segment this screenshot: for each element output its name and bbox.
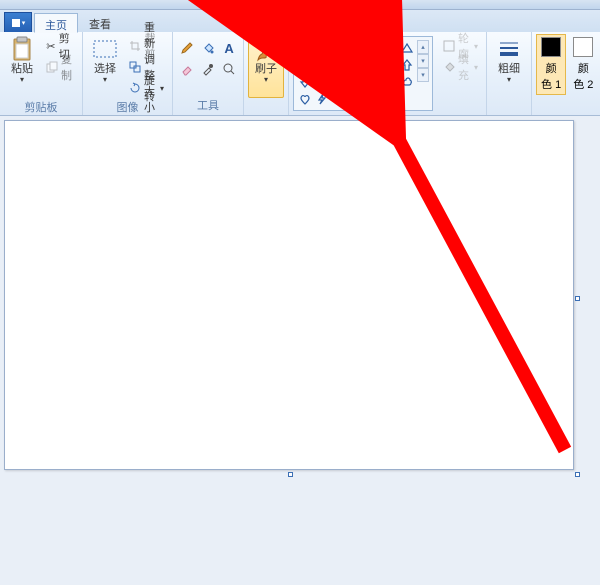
copy-button[interactable]: 复制 <box>42 57 78 77</box>
scroll-more[interactable]: ▾ <box>417 68 429 82</box>
shape-arrow-right[interactable] <box>365 57 381 73</box>
color1-swatch <box>541 37 561 57</box>
resize-handle-se[interactable] <box>575 472 580 477</box>
eraser-tool[interactable] <box>177 59 197 79</box>
copy-icon <box>46 60 58 74</box>
shape-rect[interactable] <box>348 40 364 56</box>
picker-tool[interactable] <box>198 59 218 79</box>
caret-icon: ▾ <box>103 75 107 84</box>
group-label-brush <box>264 100 267 114</box>
group-label-size <box>508 100 511 114</box>
caret-icon: ▾ <box>264 75 268 84</box>
group-clipboard: 粘贴 ▾ ✂ 剪切 复制 剪贴板 <box>0 32 83 115</box>
group-size: 粗细 ▾ <box>487 32 532 115</box>
bucket-icon <box>443 60 455 74</box>
caret-icon: ▾ <box>160 84 164 93</box>
shape-curve[interactable] <box>314 40 330 56</box>
shape-arrow-up[interactable] <box>399 57 415 73</box>
shape-line[interactable] <box>297 40 313 56</box>
tab-home[interactable]: 主页 <box>34 13 78 33</box>
size-label: 粗细 <box>498 63 520 75</box>
pencil-tool[interactable] <box>177 38 197 58</box>
shape-6star[interactable] <box>348 74 364 90</box>
shape-polygon[interactable] <box>382 40 398 56</box>
group-shapes: ▴ ▾ ▾ 轮廓▾ 填充▾ <box>289 32 487 115</box>
group-label-image: 图像 <box>117 98 139 116</box>
resize-handle-s[interactable] <box>288 472 293 477</box>
shape-callout-oval[interactable] <box>382 74 398 90</box>
title-bar <box>0 0 600 10</box>
ribbon-tabs: ▾ 主页 查看 <box>0 10 600 32</box>
canvas[interactable] <box>4 120 574 470</box>
shape-diamond[interactable] <box>314 57 330 73</box>
copy-label: 复制 <box>61 51 74 83</box>
group-tools: A 工具 <box>173 32 244 115</box>
group-image: 选择 ▾ 裁剪 重新调整大小 <box>83 32 173 115</box>
outline-icon <box>443 39 455 53</box>
resize-icon <box>129 60 141 74</box>
text-tool[interactable]: A <box>219 38 239 58</box>
shapes-gallery: ▴ ▾ ▾ <box>293 36 433 111</box>
brush-icon <box>254 37 278 61</box>
fill-label: 填充 <box>458 51 471 83</box>
shape-5star[interactable] <box>331 74 347 90</box>
crop-button[interactable]: 裁剪 <box>125 36 168 56</box>
rotate-label: 旋转 <box>144 72 157 104</box>
color1-button[interactable]: 颜 色 1 <box>536 34 566 95</box>
tab-view[interactable]: 查看 <box>78 12 122 32</box>
paste-label: 粘贴 <box>11 63 33 75</box>
rotate-button[interactable]: 旋转 ▾ <box>125 78 168 98</box>
caret-icon: ▾ <box>20 75 24 84</box>
select-button[interactable]: 选择 ▾ <box>87 34 123 98</box>
paste-button[interactable]: 粘贴 ▾ <box>4 34 40 98</box>
shape-4star[interactable] <box>314 74 330 90</box>
fill-button[interactable]: 填充▾ <box>439 57 482 77</box>
scroll-up[interactable]: ▴ <box>417 40 429 54</box>
shape-oval[interactable] <box>331 40 347 56</box>
group-brush: 刷子 ▾ <box>244 32 289 115</box>
group-label-tools: 工具 <box>197 96 219 114</box>
shape-triangle[interactable] <box>399 40 415 56</box>
group-colors: 颜 色 1 颜 色 2 <box>532 32 600 115</box>
shape-hexagon[interactable] <box>348 57 364 73</box>
caret-icon: ▾ <box>507 75 511 84</box>
shape-roundrect[interactable] <box>365 40 381 56</box>
resize-handle-e[interactable] <box>575 296 580 301</box>
crop-icon <box>129 39 141 53</box>
shape-pentagon[interactable] <box>331 57 347 73</box>
shape-callout-rect[interactable] <box>365 74 381 90</box>
brush-label: 刷子 <box>255 63 277 75</box>
color2-swatch <box>573 37 593 57</box>
crop-label: 裁剪 <box>144 30 164 62</box>
shape-arrow-down[interactable] <box>297 74 313 90</box>
clipboard-icon <box>10 37 34 61</box>
color2-button[interactable]: 颜 色 2 <box>568 34 598 95</box>
color2-label: 颜 色 2 <box>573 60 593 92</box>
size-button[interactable]: 粗细 ▾ <box>491 34 527 98</box>
file-tab[interactable]: ▾ <box>4 12 32 32</box>
rotate-icon <box>129 81 141 95</box>
shapes-scroll: ▴ ▾ ▾ <box>417 40 429 107</box>
shape-lightning[interactable] <box>314 91 330 107</box>
shape-right-triangle[interactable] <box>297 57 313 73</box>
brush-button[interactable]: 刷子 ▾ <box>248 34 284 98</box>
select-icon <box>93 37 117 61</box>
shape-arrow-left[interactable] <box>382 57 398 73</box>
select-label: 选择 <box>94 63 116 75</box>
scroll-down[interactable]: ▾ <box>417 54 429 68</box>
ribbon: 粘贴 ▾ ✂ 剪切 复制 剪贴板 <box>0 32 600 116</box>
size-icon <box>497 37 521 61</box>
shape-callout-cloud[interactable] <box>399 74 415 90</box>
shape-heart[interactable] <box>297 91 313 107</box>
group-label-clipboard: 剪贴板 <box>25 98 58 116</box>
group-label-colors <box>566 100 569 114</box>
fill-tool[interactable] <box>198 38 218 58</box>
zoom-tool[interactable] <box>219 59 239 79</box>
workspace <box>0 116 600 585</box>
scissors-icon: ✂ <box>46 39 56 53</box>
color1-label: 颜 色 1 <box>541 60 561 92</box>
